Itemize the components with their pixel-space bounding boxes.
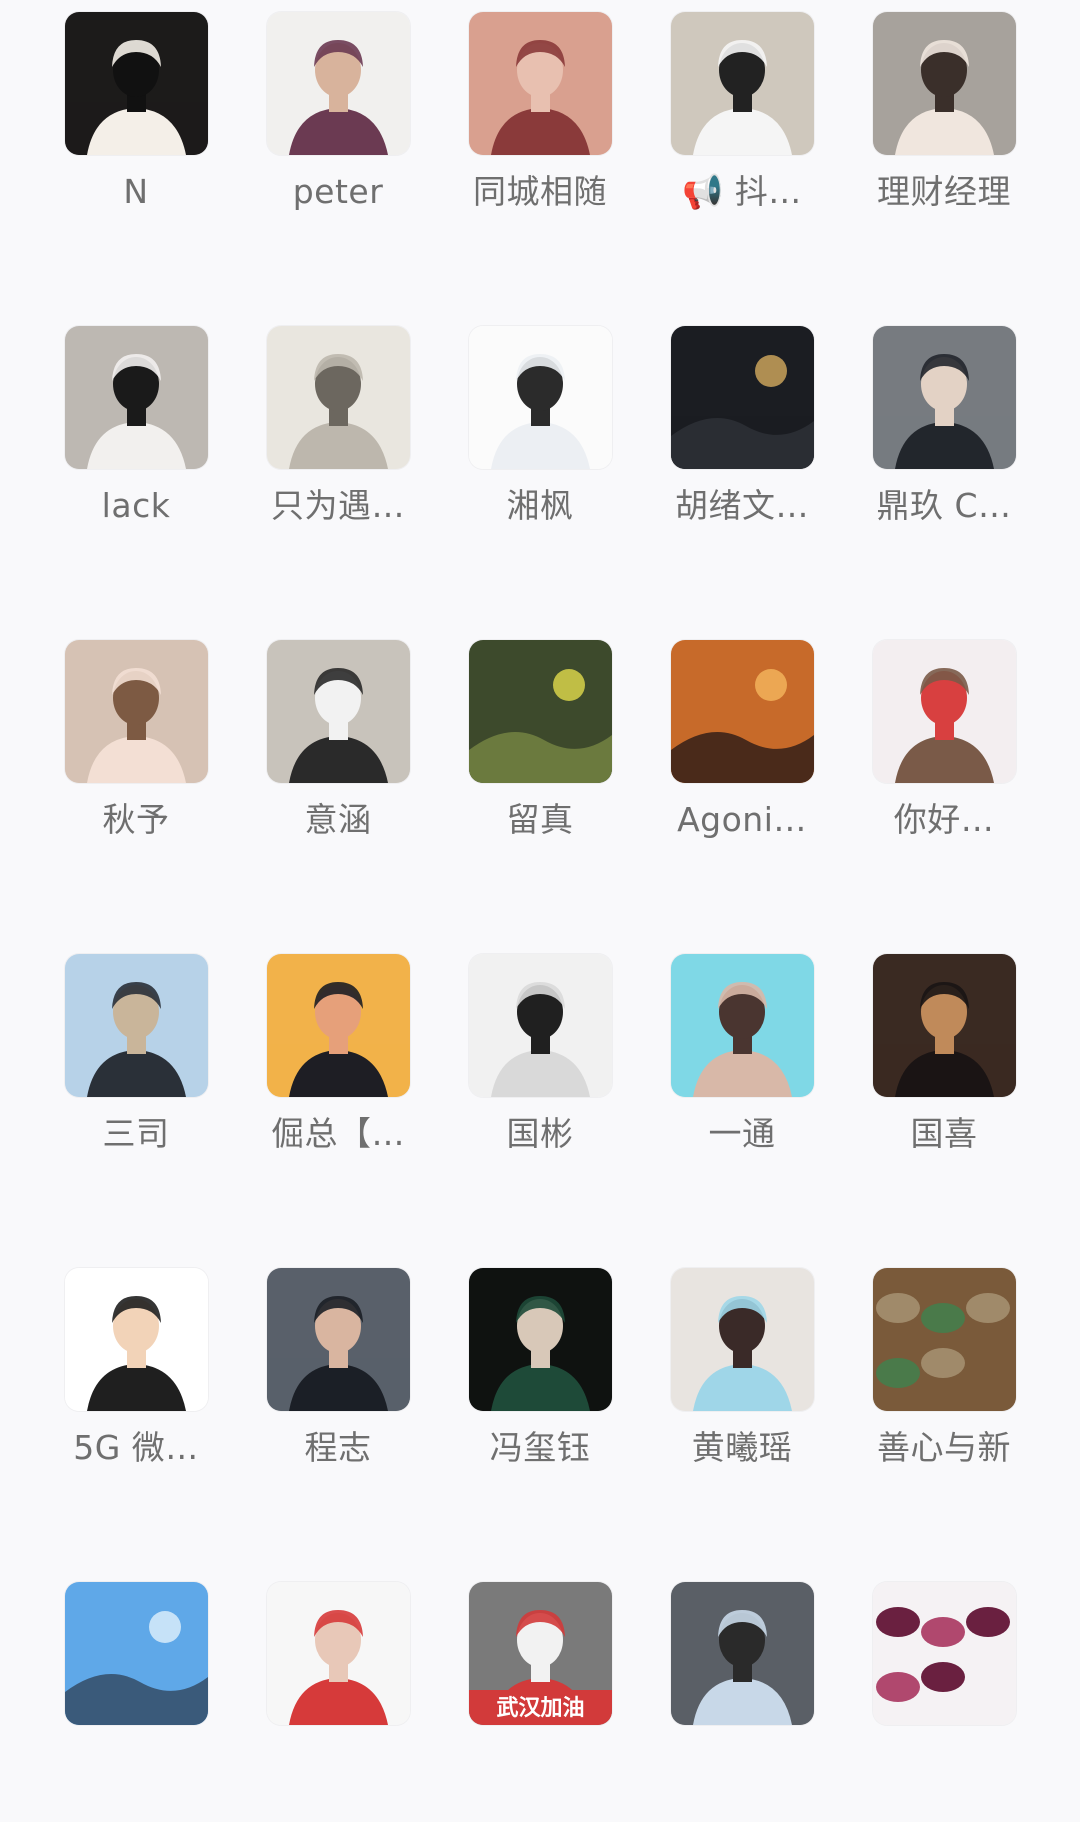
man-suit-avatar[interactable] bbox=[872, 326, 1016, 469]
contact-item[interactable]: 国彬 bbox=[439, 954, 641, 1194]
contact-name: peter bbox=[292, 172, 384, 211]
contact-item[interactable]: 武汉加油 bbox=[439, 1582, 641, 1822]
avatar-caption: 武汉加油 bbox=[496, 1696, 584, 1721]
glass-dragon-avatar[interactable] bbox=[872, 1582, 1016, 1725]
woman-office-avatar[interactable] bbox=[266, 640, 410, 783]
woman-selfie-avatar[interactable] bbox=[468, 12, 612, 155]
woman-blue-avatar[interactable] bbox=[670, 1268, 814, 1411]
contact-name: 只为遇… bbox=[271, 486, 405, 525]
man-chair-avatar[interactable] bbox=[872, 954, 1016, 1097]
contact-name: N bbox=[123, 172, 149, 211]
calligraphy-hu-avatar[interactable] bbox=[670, 326, 814, 469]
contact-name: 程志 bbox=[304, 1428, 372, 1467]
contact-item[interactable]: 5G 微… bbox=[35, 1268, 237, 1508]
contact-item[interactable]: 📢 抖… bbox=[641, 12, 843, 252]
man-sitting-avatar[interactable] bbox=[670, 12, 814, 155]
contact-item[interactable] bbox=[35, 1582, 237, 1822]
contact-item[interactable] bbox=[237, 1582, 439, 1822]
contact-item[interactable] bbox=[843, 1582, 1045, 1822]
contact-name: 📢 抖… bbox=[682, 172, 802, 211]
contact-name: Agoni… bbox=[677, 800, 807, 839]
contact-name: 鼎玖 C… bbox=[876, 486, 1012, 525]
contact-item[interactable]: 一通 bbox=[641, 954, 843, 1194]
contact-item[interactable]: 国喜 bbox=[843, 954, 1045, 1194]
contact-item[interactable]: 冯玺钰 bbox=[439, 1268, 641, 1508]
contact-item[interactable]: 程志 bbox=[237, 1268, 439, 1508]
contact-name: 湘枫 bbox=[506, 486, 574, 525]
sketch-boy-avatar[interactable] bbox=[266, 326, 410, 469]
man-standing-avatar[interactable] bbox=[468, 326, 612, 469]
contact-name: lack bbox=[101, 486, 171, 525]
girl-cup-avatar[interactable] bbox=[670, 1582, 814, 1725]
contact-name: 你好… bbox=[893, 800, 995, 839]
girl-face-avatar[interactable] bbox=[64, 640, 208, 783]
anime-ninja-avatar[interactable] bbox=[266, 954, 410, 1097]
contact-item[interactable]: 理财经理 bbox=[843, 12, 1045, 252]
contact-item[interactable]: N bbox=[35, 12, 237, 252]
contact-item[interactable] bbox=[641, 1582, 843, 1822]
cat-sunglasses-avatar[interactable] bbox=[64, 326, 208, 469]
clover-avatar[interactable] bbox=[468, 640, 612, 783]
contact-item[interactable]: Agoni… bbox=[641, 640, 843, 880]
penguin-baby-avatar[interactable] bbox=[64, 12, 208, 155]
contact-name: 国彬 bbox=[506, 1114, 574, 1153]
contact-name: 5G 微… bbox=[73, 1428, 199, 1467]
contact-item[interactable]: 胡绪文… bbox=[641, 326, 843, 566]
contact-item[interactable]: peter bbox=[237, 12, 439, 252]
contact-name: 秋予 bbox=[102, 800, 170, 839]
man-portrait-avatar[interactable] bbox=[266, 12, 410, 155]
contact-name: 黄曦瑶 bbox=[691, 1428, 793, 1467]
contact-item[interactable]: 善心与新 bbox=[843, 1268, 1045, 1508]
contact-item[interactable]: 倔总【… bbox=[237, 954, 439, 1194]
contact-name: 胡绪文… bbox=[675, 486, 809, 525]
contact-name: 一通 bbox=[708, 1114, 776, 1153]
contact-item[interactable]: 鼎玖 C… bbox=[843, 326, 1045, 566]
contact-item[interactable]: 只为遇… bbox=[237, 326, 439, 566]
contact-name: 同城相随 bbox=[473, 172, 607, 211]
contact-name: 倔总【… bbox=[271, 1114, 405, 1153]
cartoon-man-avatar[interactable] bbox=[64, 1268, 208, 1411]
contact-item[interactable]: 留真 bbox=[439, 640, 641, 880]
jade-stones-avatar[interactable] bbox=[872, 1268, 1016, 1411]
woman-profile-avatar[interactable] bbox=[872, 640, 1016, 783]
contact-item[interactable]: 同城相随 bbox=[439, 12, 641, 252]
contact-item[interactable]: 三司 bbox=[35, 954, 237, 1194]
contact-name: 理财经理 bbox=[877, 172, 1011, 211]
girl-hearts-avatar[interactable] bbox=[266, 1582, 410, 1725]
woman-dress-avatar[interactable] bbox=[468, 1268, 612, 1411]
wuhan-jiayou-avatar[interactable]: 武汉加油 bbox=[468, 1582, 612, 1725]
contact-name: 国喜 bbox=[910, 1114, 978, 1153]
contact-item[interactable]: 黄曦瑶 bbox=[641, 1268, 843, 1508]
contact-item[interactable]: 意涵 bbox=[237, 640, 439, 880]
woman-scarf-avatar[interactable] bbox=[872, 12, 1016, 155]
man-business-avatar[interactable] bbox=[266, 1268, 410, 1411]
contact-item[interactable]: lack bbox=[35, 326, 237, 566]
woman-video-avatar[interactable] bbox=[670, 954, 814, 1097]
man-glasses-avatar[interactable] bbox=[468, 954, 612, 1097]
man-vest-avatar[interactable] bbox=[64, 954, 208, 1097]
contact-grid: Npeter 同城相随 📢 抖… 理财经理 lack 只为遇… 湘枫 胡绪文… 鼎玖 C… 秋予 意… bbox=[0, 0, 1080, 1736]
contact-item[interactable]: 你好… bbox=[843, 640, 1045, 880]
contact-name: 冯玺钰 bbox=[489, 1428, 591, 1467]
contact-name: 留真 bbox=[506, 800, 574, 839]
contact-item[interactable]: 秋予 bbox=[35, 640, 237, 880]
contact-item[interactable]: 湘枫 bbox=[439, 326, 641, 566]
contact-name: 三司 bbox=[102, 1114, 170, 1153]
contact-name: 善心与新 bbox=[877, 1428, 1011, 1467]
sky-landscape-avatar[interactable] bbox=[64, 1582, 208, 1725]
sunset-beach-avatar[interactable] bbox=[670, 640, 814, 783]
contact-name: 意涵 bbox=[304, 800, 372, 839]
